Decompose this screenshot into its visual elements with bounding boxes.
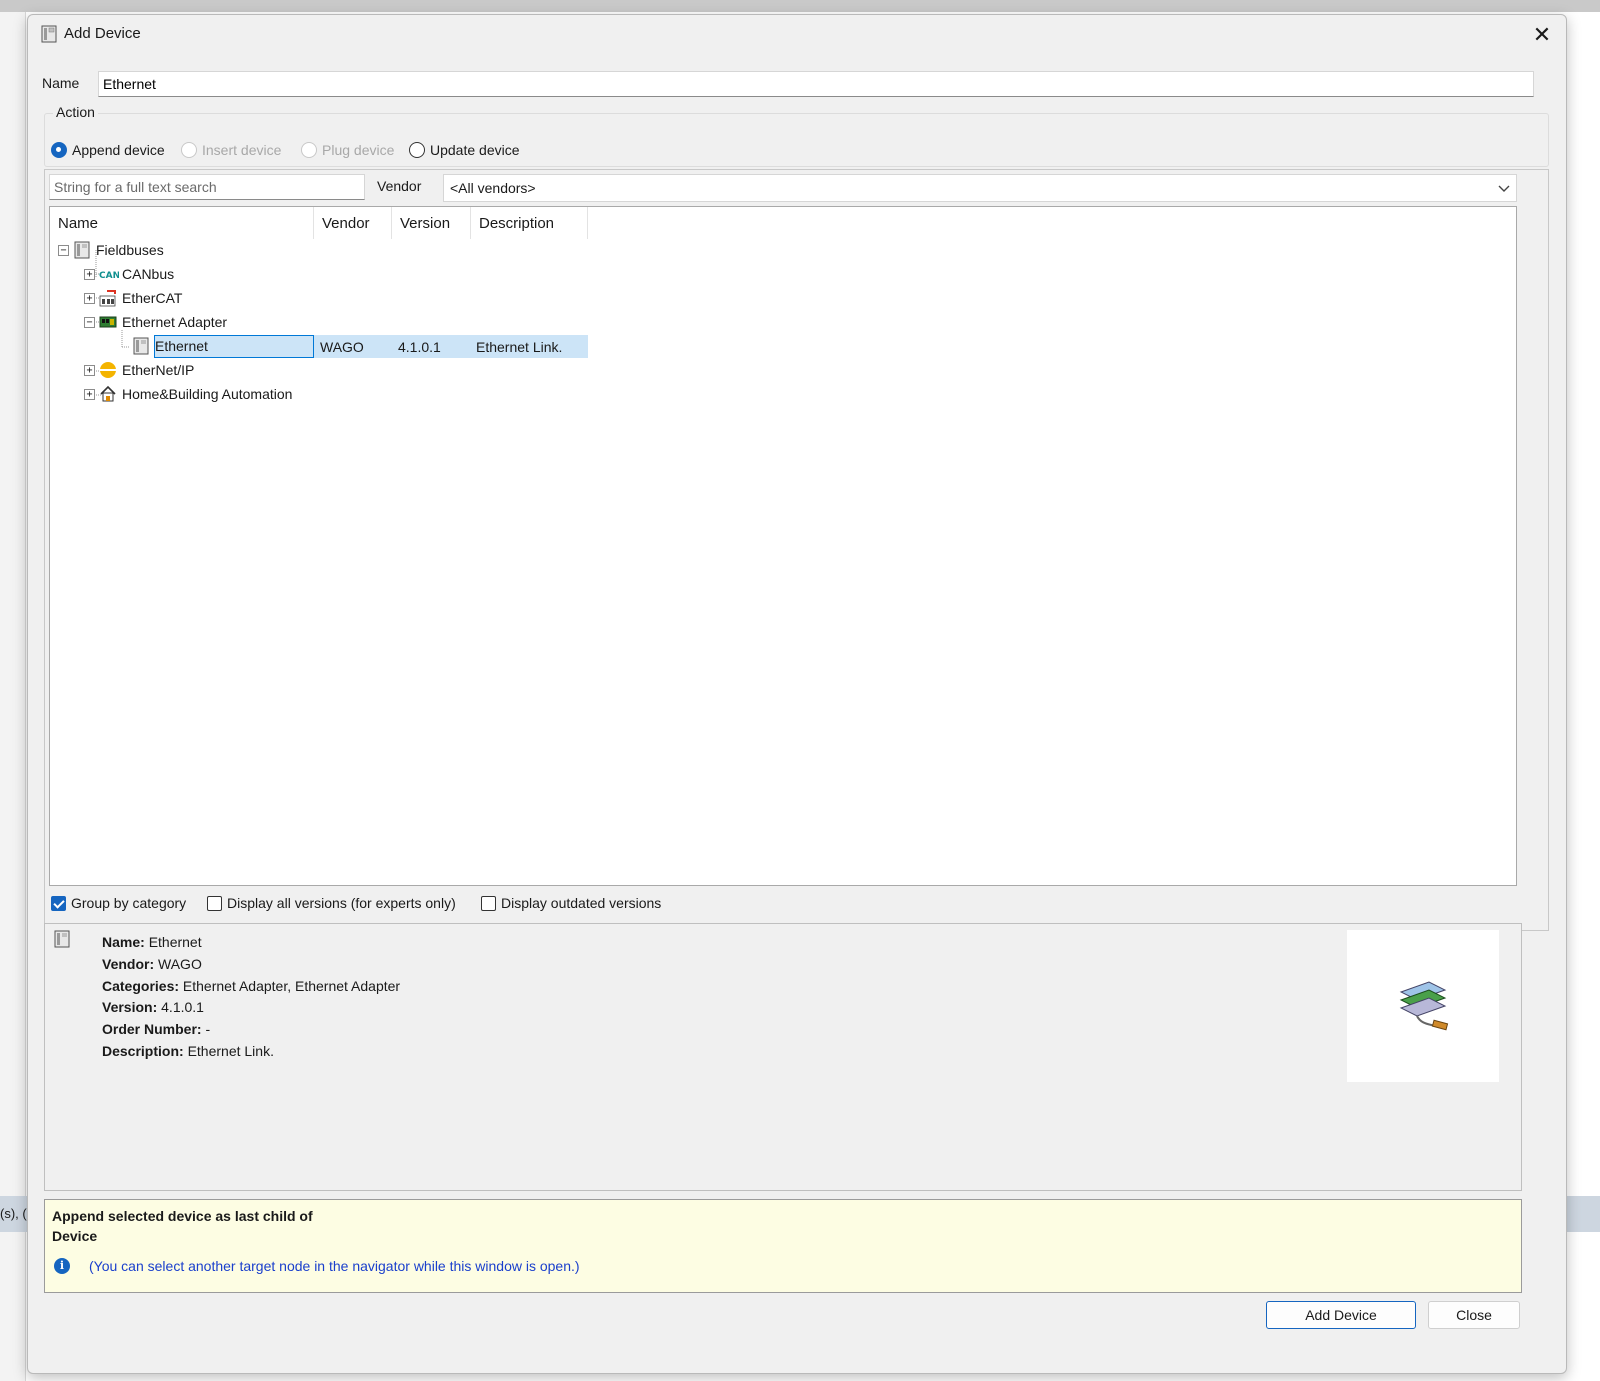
checkbox-label: Group by category xyxy=(71,895,187,911)
info-categories: Categories: Ethernet Adapter, Ethernet A… xyxy=(102,977,401,994)
name-row: Name xyxy=(42,71,1542,97)
title-bar[interactable]: Add Device ✕ xyxy=(28,15,1566,55)
device-info-panel: Name: Ethernet Vendor: WAGO Categories: … xyxy=(44,923,1522,1191)
info-name: Name: Ethernet xyxy=(102,934,202,950)
close-icon[interactable]: ✕ xyxy=(1528,21,1556,49)
device-catalog: Vendor <All vendors> Name Vendor Version… xyxy=(44,169,1549,931)
expand-icon[interactable]: + xyxy=(84,292,95,304)
vendor-label: Vendor xyxy=(377,178,422,194)
cell-vendor: WAGO xyxy=(320,339,364,355)
column-header-description[interactable]: Description xyxy=(471,207,588,239)
tree-node-ethernet[interactable]: Ethernet xyxy=(132,335,208,357)
action-group: Action Append device Insert device Plug … xyxy=(44,104,1549,167)
ethercat-icon xyxy=(99,289,117,307)
search-input[interactable] xyxy=(49,174,365,200)
info-version: Version: 4.1.0.1 xyxy=(102,999,204,1016)
tree-node-label: Home&Building Automation xyxy=(122,386,293,402)
info-vendor: Vendor: WAGO xyxy=(102,955,202,972)
name-label: Name xyxy=(42,75,80,91)
hint-line-1: Append selected device as last child of xyxy=(52,1208,313,1224)
cell-version: 4.1.0.1 xyxy=(398,339,441,355)
radio-insert-device[interactable]: Insert device xyxy=(181,142,281,158)
add-device-button[interactable]: Add Device xyxy=(1266,1301,1416,1329)
svg-text:CAN: CAN xyxy=(99,271,119,281)
device-icon xyxy=(40,25,58,46)
device-icon xyxy=(132,337,150,355)
background-toolbar xyxy=(0,0,1600,12)
radio-label: Append device xyxy=(72,142,165,158)
can-icon: CAN xyxy=(99,265,120,283)
column-header-version[interactable]: Version xyxy=(392,207,471,239)
radio-append-device[interactable]: Append device xyxy=(51,142,165,158)
tree-node-label: CANbus xyxy=(122,266,175,282)
checkbox-label: Display all versions (for experts only) xyxy=(227,895,456,911)
radio-label: Update device xyxy=(430,142,520,158)
action-legend: Action xyxy=(53,104,98,120)
radio-label: Insert device xyxy=(202,142,282,158)
name-input[interactable] xyxy=(98,71,1534,97)
device-preview-image xyxy=(1347,930,1499,1082)
device-tree[interactable]: Name Vendor Version Description − Fieldb… xyxy=(49,206,1517,886)
close-button[interactable]: Close xyxy=(1428,1301,1520,1329)
tree-node-label: Ethernet Adapter xyxy=(122,314,228,330)
tree-node-label: Ethernet xyxy=(155,338,208,354)
add-device-dialog: Add Device ✕ Name Action Append device I… xyxy=(27,14,1567,1374)
cell-description: Ethernet Link. xyxy=(476,339,563,355)
tree-node-ethercat[interactable]: + EtherCAT xyxy=(84,287,182,309)
tree-node-home-building-automation[interactable]: + Home&Building Automation xyxy=(84,383,292,405)
expand-icon[interactable]: + xyxy=(84,388,95,400)
display-all-versions-checkbox[interactable]: Display all versions (for experts only) xyxy=(207,895,456,911)
radio-plug-device[interactable]: Plug device xyxy=(301,142,394,158)
collapse-icon[interactable]: − xyxy=(58,244,69,256)
column-header-vendor[interactable]: Vendor xyxy=(314,207,392,239)
network-cards-icon xyxy=(1399,981,1449,1031)
info-order-number: Order Number: - xyxy=(102,1021,211,1038)
radio-indicator xyxy=(181,142,197,158)
tree-node-canbus[interactable]: + CAN CANbus xyxy=(84,263,174,285)
group-by-category-checkbox[interactable]: Group by category xyxy=(51,895,186,911)
device-icon xyxy=(73,241,91,259)
collapse-icon[interactable]: − xyxy=(84,316,95,328)
checkbox-indicator xyxy=(207,895,222,911)
expand-icon[interactable]: + xyxy=(84,268,95,280)
background-status-text: (s), ( xyxy=(0,1206,27,1221)
chevron-down-icon xyxy=(1498,178,1510,201)
vendor-dropdown[interactable]: <All vendors> xyxy=(443,174,1517,202)
expand-icon[interactable]: + xyxy=(84,364,95,376)
background-panel xyxy=(0,12,26,1381)
info-icon: i xyxy=(54,1258,70,1274)
network-card-icon xyxy=(99,313,117,331)
radio-indicator xyxy=(301,142,317,158)
checkbox-label: Display outdated versions xyxy=(501,895,662,911)
tree-node-ethernet-adapter[interactable]: − Ethernet Adapter xyxy=(84,311,227,333)
radio-label: Plug device xyxy=(322,142,395,158)
tree-node-label: Fieldbuses xyxy=(96,242,164,258)
info-description: Description: Ethernet Link. xyxy=(102,1042,274,1059)
device-icon xyxy=(53,930,71,951)
dialog-title: Add Device xyxy=(64,25,141,42)
device-info-lines: Name: Ethernet Vendor: WAGO Categories: … xyxy=(102,932,400,1063)
radio-indicator xyxy=(51,142,67,158)
display-outdated-versions-checkbox[interactable]: Display outdated versions xyxy=(481,895,661,911)
append-hint-panel: Append selected device as last child of … xyxy=(44,1199,1522,1293)
hint-note: (You can select another target node in t… xyxy=(89,1258,580,1274)
tree-node-fieldbuses[interactable]: − Fieldbuses xyxy=(58,239,164,261)
house-icon xyxy=(99,385,117,403)
tree-node-label: EtherNet/IP xyxy=(122,362,195,378)
tree-node-ethernet-ip[interactable]: + EtherNet/IP xyxy=(84,359,194,381)
vendor-selected-value: <All vendors> xyxy=(450,180,536,196)
tree-node-label: EtherCAT xyxy=(122,290,183,306)
checkbox-indicator xyxy=(51,895,66,911)
display-options: Group by category Display all versions (… xyxy=(49,890,1519,920)
checkbox-indicator xyxy=(481,895,496,911)
radio-update-device[interactable]: Update device xyxy=(409,142,520,158)
radio-indicator xyxy=(409,142,425,158)
hint-target-node: Device xyxy=(52,1228,98,1244)
ethernet-ip-icon xyxy=(99,361,117,379)
